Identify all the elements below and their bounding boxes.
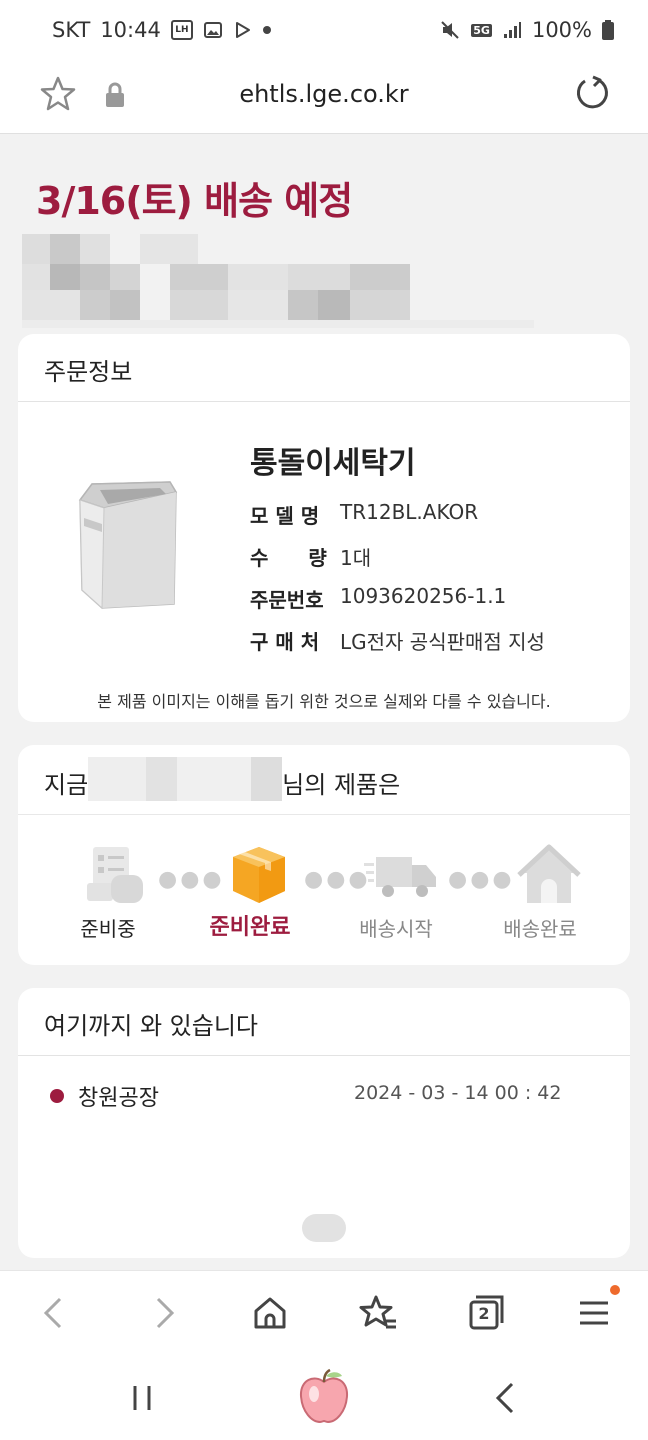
bookmarks-icon[interactable] <box>358 1293 398 1333</box>
reload-icon[interactable] <box>572 74 612 114</box>
carrier-label: SKT <box>52 18 91 42</box>
step-shipping: 배송시작 <box>346 843 446 941</box>
notification-dot-icon <box>262 26 271 34</box>
tracking-event: 창원공장 2024 - 03 - 14 00 : 42 <box>50 1080 620 1111</box>
status-bar-left: SKT 10:44 LH <box>52 18 271 42</box>
step-preparing: 준비중 <box>58 843 158 941</box>
menu-icon[interactable] <box>574 1293 614 1333</box>
washing-machine-image <box>78 481 178 610</box>
redacted-address <box>22 234 542 334</box>
signal-icon <box>503 22 521 38</box>
seller-row: 구 매 처 LG전자 공식판매점 지성 <box>250 626 545 655</box>
status-suffix: 님의 제품은 <box>282 771 401 799</box>
home-icon[interactable] <box>250 1293 290 1333</box>
url-text[interactable]: ehtls.lge.co.kr <box>0 80 648 108</box>
truck-icon <box>364 857 436 897</box>
model-label: 모 델 명 <box>250 504 320 528</box>
lh-badge-icon: LH <box>170 20 193 40</box>
tabs-button[interactable]: 2 <box>466 1293 506 1333</box>
tabs-count: 2 <box>478 1304 490 1323</box>
clock: 10:44 <box>100 18 161 42</box>
play-store-icon <box>235 22 250 38</box>
delivery-status-card: 지금 님의 제품은 준비중 ●●● 준비완료 ●●● 배송시작 ●●● 배송완료 <box>18 745 630 965</box>
network-5g-icon: 5G <box>471 23 492 37</box>
tracking-place: 창원공장 <box>78 1086 159 1111</box>
battery-label: 100% <box>531 18 592 42</box>
step-ready: 준비완료 <box>200 843 300 940</box>
quantity-row: 수 량 1대 <box>250 542 371 571</box>
gallery-icon <box>203 22 222 38</box>
system-nav-bar <box>0 1354 648 1440</box>
step-shipping-label: 배송시작 <box>359 917 433 941</box>
product-name: 통돌이세탁기 <box>250 446 416 481</box>
model-row: 모 델 명 TR12BL.AKOR <box>250 500 478 529</box>
mute-icon <box>441 21 459 39</box>
order-number-label: 주문번호 <box>250 588 324 612</box>
box-icon <box>233 847 285 903</box>
tracking-bullet-icon <box>50 1089 64 1103</box>
quantity-label: 수 량 <box>250 546 327 570</box>
tracking-card: 여기까지 와 있습니다 창원공장 2024 - 03 - 14 00 : 42 <box>18 988 630 1258</box>
address-bar: ehtls.lge.co.kr <box>0 60 648 134</box>
status-heading: 지금 님의 제품은 <box>18 745 630 815</box>
checklist-icon <box>86 847 143 903</box>
step-delivered: 배송완료 <box>490 843 590 941</box>
order-info-title: 주문정보 <box>18 334 630 402</box>
order-info-card: 주문정보 통돌이세탁기 모 델 명 TR12BL.AKOR 수 량 1대 주문번… <box>18 334 630 722</box>
order-number-row: 주문번호 1093620256-1.1 <box>250 584 506 613</box>
battery-icon <box>602 20 614 40</box>
back-icon[interactable] <box>34 1293 74 1333</box>
seller-label: 구 매 처 <box>250 630 320 654</box>
menu-notification-dot <box>610 1285 620 1295</box>
status-bar-right: 5G 100% <box>439 18 614 42</box>
recent-apps-icon[interactable] <box>126 1382 158 1414</box>
status-bar: SKT 10:44 LH 5G 100% <box>0 0 648 60</box>
image-disclaimer: 본 제품 이미지는 이해를 돕기 위한 것으로 실제와 다를 수 있습니다. <box>97 692 551 711</box>
scroll-handle[interactable] <box>302 1214 346 1242</box>
delivery-date-title: 3/16(토) 배송 예정 <box>36 179 353 223</box>
step-delivered-label: 배송완료 <box>503 917 577 941</box>
order-number-value: 1093620256-1.1 <box>340 584 507 608</box>
step-ready-label: 준비완료 <box>209 915 291 940</box>
model-value: TR12BL.AKOR <box>340 500 479 524</box>
quantity-value: 1대 <box>340 546 372 570</box>
redacted-customer-name <box>88 757 283 801</box>
step-preparing-label: 준비중 <box>80 917 136 941</box>
forward-icon[interactable] <box>144 1293 184 1333</box>
home-apple-icon[interactable] <box>296 1368 352 1426</box>
browser-toolbar: 2 <box>0 1270 648 1354</box>
status-prefix: 지금 <box>44 771 89 799</box>
back-nav-icon[interactable] <box>490 1380 522 1416</box>
tracking-datetime: 2024 - 03 - 14 00 : 42 <box>354 1082 562 1104</box>
tracking-title: 여기까지 와 있습니다 <box>18 988 630 1056</box>
house-icon <box>517 844 581 903</box>
seller-value: LG전자 공식판매점 지성 <box>340 630 545 654</box>
